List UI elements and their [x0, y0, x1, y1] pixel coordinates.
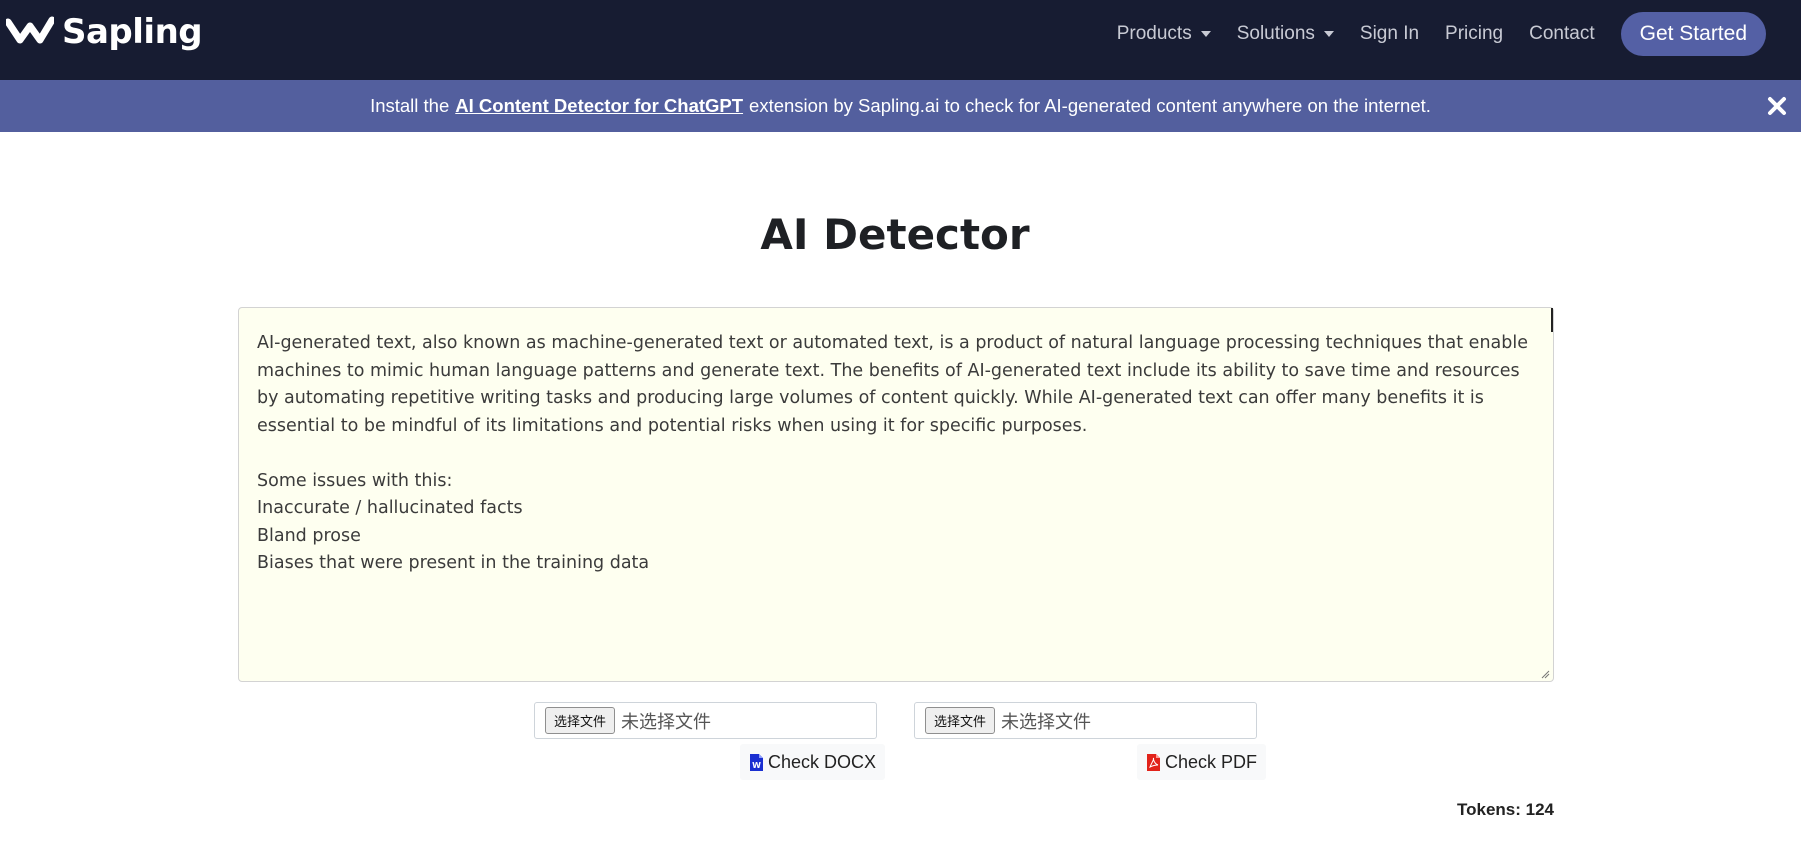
pdf-file-status: 未选择文件 — [1001, 711, 1092, 732]
nav-contact[interactable]: Contact — [1529, 23, 1594, 45]
pdf-document-icon — [1147, 753, 1160, 771]
sapling-check-icon — [6, 16, 54, 44]
chevron-down-icon — [1323, 31, 1334, 37]
brand-logo[interactable]: Sapling — [6, 12, 203, 52]
nav-pricing[interactable]: Pricing — [1445, 23, 1503, 45]
text-input-area[interactable]: AI-generated text, also known as machine… — [238, 307, 1554, 682]
word-document-icon: W — [750, 753, 763, 771]
get-started-button[interactable]: Get Started — [1620, 12, 1766, 56]
text-cursor — [1551, 308, 1553, 332]
docx-file-status: 未选择文件 — [621, 711, 712, 732]
page-title: AI Detector — [760, 210, 1030, 259]
top-navbar: Sapling Products Solutions Sign In Prici… — [0, 0, 1801, 80]
close-icon[interactable] — [1765, 94, 1789, 118]
chevron-down-icon — [1200, 31, 1211, 37]
extension-banner: Install the AI Content Detector for Chat… — [0, 80, 1801, 132]
nav-sign-in[interactable]: Sign In — [1360, 23, 1419, 45]
nav-products[interactable]: Products — [1117, 23, 1211, 45]
pdf-file-input[interactable]: 选择文件 未选择文件 — [914, 702, 1257, 739]
nav-solutions[interactable]: Solutions — [1237, 23, 1334, 45]
nav-solutions-label: Solutions — [1236, 23, 1315, 44]
token-count: Tokens: 124 — [1456, 800, 1554, 819]
check-pdf-label: Check PDF — [1165, 751, 1258, 772]
docx-file-input[interactable]: 选择文件 未选择文件 — [534, 702, 877, 739]
nav-products-label: Products — [1116, 23, 1192, 44]
main-nav: Products Solutions Sign In Pricing Conta… — [1091, 12, 1766, 56]
resize-handle-icon[interactable] — [1540, 669, 1550, 679]
banner-prefix: Install the — [370, 95, 450, 116]
svg-text:W: W — [752, 761, 761, 770]
check-pdf-button[interactable]: Check PDF — [1137, 744, 1267, 780]
banner-suffix: extension by Sapling.ai to check for AI-… — [749, 95, 1431, 116]
brand-name: Sapling — [62, 12, 203, 52]
pdf-choose-file-button[interactable]: 选择文件 — [925, 707, 996, 734]
docx-choose-file-button[interactable]: 选择文件 — [545, 707, 616, 734]
check-docx-label: Check DOCX — [768, 751, 877, 772]
banner-extension-link[interactable]: AI Content Detector for ChatGPT — [455, 95, 743, 117]
check-docx-button[interactable]: W Check DOCX — [740, 744, 886, 780]
